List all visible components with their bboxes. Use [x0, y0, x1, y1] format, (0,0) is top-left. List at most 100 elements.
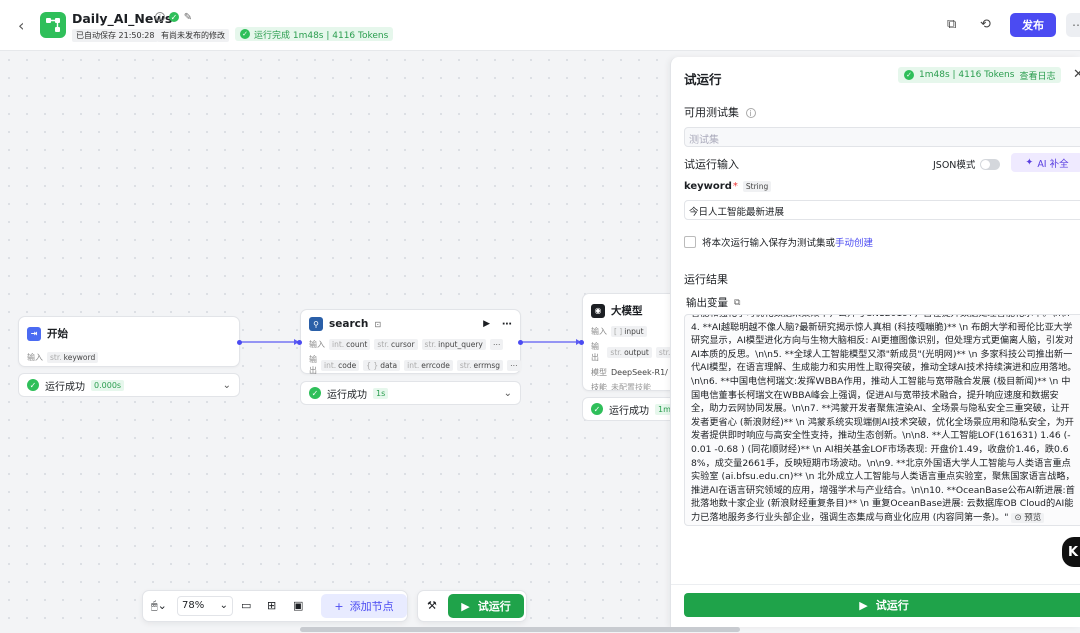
- param-tag: { } data: [363, 359, 401, 371]
- param-tag: str. output: [607, 346, 652, 358]
- start-input-label: 输入: [27, 353, 43, 362]
- output-port[interactable]: [237, 340, 242, 345]
- success-icon: ✓: [904, 70, 914, 80]
- debug-icon[interactable]: ⚒: [427, 599, 437, 612]
- unpublished-label: 有尚未发布的修改: [157, 29, 229, 42]
- more-button[interactable]: ⋯: [1066, 13, 1080, 37]
- start-node[interactable]: ⇥ 开始 输入 str. keyword: [18, 316, 240, 367]
- param-tag: str. input_query: [421, 339, 486, 350]
- mouse-mode-icon[interactable]: 🖱︎⌄: [151, 599, 167, 613]
- output-label: 输出: [591, 342, 599, 362]
- keyword-input[interactable]: 今日人工智能最新进展: [684, 200, 1080, 220]
- input-label: 输入: [309, 340, 325, 349]
- field-name: keyword: [684, 181, 732, 192]
- canvas-toolbar: 🖱︎⌄ 78% ⌄ ▭ ⊞ ▣ + 添加节点: [142, 590, 408, 622]
- preview-button[interactable]: ⊙ 预览: [1011, 512, 1045, 523]
- preview-label: 预览: [1024, 512, 1042, 523]
- start-node-status[interactable]: ✓ 运行成功 0.000s ⌄: [18, 373, 240, 397]
- param-tag: [ ] input: [611, 326, 647, 337]
- toggle-switch[interactable]: [980, 158, 1001, 170]
- chevron-down-icon: ⌄: [503, 387, 512, 399]
- search-node-title: search: [329, 318, 369, 330]
- run-summary-badge[interactable]: ✓ 1m48s | 4116 Tokens 查看日志: [898, 67, 1062, 83]
- success-icon: ✓: [309, 387, 321, 399]
- panel-run-button[interactable]: ▶ 试运行: [684, 593, 1080, 617]
- copy-icon[interactable]: ⧉: [947, 17, 956, 32]
- json-mode-toggle[interactable]: JSON模式: [933, 157, 1001, 171]
- duration-badge: 1s: [373, 387, 389, 399]
- minimap-icon[interactable]: ▣: [293, 599, 303, 612]
- floating-assistant-button[interactable]: K: [1062, 537, 1080, 567]
- search-node[interactable]: ⚲ search ⊡ ▶ ⋯ 输入 int. count str. cursor str…: [300, 309, 521, 375]
- sparkle-icon: ✦: [1025, 157, 1034, 168]
- ai-fill-button[interactable]: ✦ AI 补全: [1011, 153, 1080, 172]
- history-icon[interactable]: ⟲: [980, 17, 991, 32]
- test-set-placeholder: 测试集: [689, 135, 719, 146]
- output-text: 智能和强化学习优化数据采集效率，公开号CN120197，旨在提升数据处理智能化水…: [691, 315, 1077, 523]
- start-node-title: 开始: [47, 328, 68, 340]
- add-node-label: 添加节点: [349, 600, 394, 613]
- output-box[interactable]: 智能和强化学习优化数据采集效率，公开号CN120197，旨在提升数据处理智能化水…: [684, 314, 1080, 526]
- success-icon: ✓: [240, 29, 250, 39]
- search-plugin-icon: ⚲: [309, 317, 323, 331]
- param-tag: int. code: [321, 359, 360, 371]
- result-label: 运行结果: [684, 273, 728, 286]
- panel-run-label: 试运行: [875, 599, 909, 612]
- test-set-label: 可用测试集 i: [684, 104, 756, 120]
- test-run-label: 试运行: [477, 600, 511, 613]
- more-icon: ⋯: [1072, 18, 1080, 32]
- manual-create-link[interactable]: 手动创建: [835, 235, 873, 249]
- input-port[interactable]: [579, 340, 584, 345]
- search-node-status[interactable]: ✓ 运行成功 1s ⌄: [300, 381, 521, 405]
- duration-badge: 0.000s: [91, 379, 125, 391]
- panel-title: 试运行: [684, 72, 722, 87]
- info-icon[interactable]: i: [155, 12, 165, 22]
- top-bar: ‹ Daily_AI_News i ✓ ✎ 已自动保存 21:50:28 有尚未…: [0, 0, 1080, 51]
- plus-icon: +: [334, 599, 344, 613]
- back-button[interactable]: ‹: [18, 16, 24, 35]
- info-icon[interactable]: i: [745, 108, 756, 118]
- add-node-button[interactable]: + 添加节点: [321, 594, 407, 618]
- skill-label: 技能: [591, 383, 607, 391]
- close-icon[interactable]: ✕: [1073, 67, 1080, 82]
- check-icon: ✓: [169, 12, 179, 22]
- llm-node-icon: ◉: [591, 303, 605, 318]
- zoom-select[interactable]: 78% ⌄: [177, 596, 233, 616]
- param-tag: str. errmsg: [456, 359, 503, 371]
- more-icon[interactable]: ⋯: [502, 319, 512, 330]
- test-set-select[interactable]: 测试集: [684, 127, 1080, 147]
- view-log-link[interactable]: 查看日志: [1019, 69, 1055, 82]
- more-params-icon[interactable]: ⋯: [489, 339, 504, 350]
- test-run-button[interactable]: ▶ 试运行: [448, 594, 524, 618]
- ai-fill-label: AI 补全: [1037, 158, 1069, 170]
- run-status-text: 运行完成 1m48s | 4116 Tokens: [254, 30, 389, 41]
- play-icon: ▶: [461, 599, 470, 613]
- skill-value: 未配置技能: [611, 383, 651, 391]
- output-port[interactable]: [518, 340, 523, 345]
- layout-icon[interactable]: ⊞: [267, 599, 276, 612]
- link-icon: ⊡: [374, 319, 382, 329]
- save-checkbox[interactable]: [684, 236, 696, 248]
- edit-icon[interactable]: ✎: [183, 12, 193, 23]
- status-text: 运行成功: [327, 389, 367, 401]
- start-node-icon: ⇥: [27, 326, 41, 341]
- chevron-down-icon: ⌄: [219, 600, 228, 611]
- play-icon[interactable]: ▶: [483, 319, 490, 329]
- run-summary-text: 1m48s | 4116 Tokens: [919, 70, 1015, 80]
- save-testset-row: 将本次运行输入保存为测试集或 手动创建: [684, 235, 873, 249]
- param-tag: int. count: [329, 339, 371, 350]
- json-mode-label: JSON模式: [933, 160, 976, 171]
- input-port[interactable]: [297, 340, 302, 345]
- llm-node-title: 大模型: [611, 305, 643, 317]
- publish-button[interactable]: 发布: [1010, 13, 1056, 37]
- test-run-panel: 试运行 ✓ 1m48s | 4116 Tokens 查看日志 ✕ 可用测试集 i…: [670, 57, 1080, 627]
- play-icon: ▶: [859, 598, 868, 612]
- run-status-badge[interactable]: ✓ 运行完成 1m48s | 4116 Tokens: [235, 27, 394, 41]
- horizontal-scrollbar[interactable]: [300, 627, 740, 632]
- output-var-label: 输出变量: [686, 297, 728, 309]
- comment-icon[interactable]: ▭: [241, 599, 251, 612]
- copy-icon[interactable]: ⧉: [734, 298, 740, 308]
- output-label: 输出: [309, 355, 317, 375]
- divider: [671, 584, 1080, 585]
- more-params-icon[interactable]: ⋯: [507, 359, 521, 371]
